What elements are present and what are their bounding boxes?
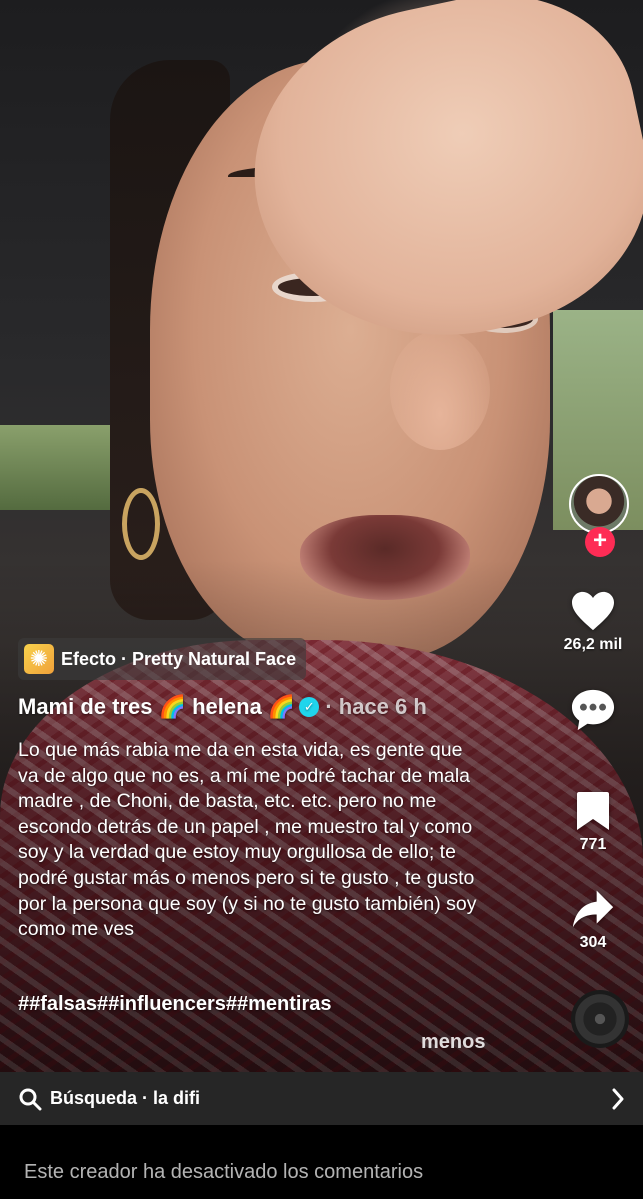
heart-icon <box>572 591 614 631</box>
search-icon <box>19 1088 42 1110</box>
share-arrow-icon <box>572 890 614 928</box>
caption-text: Lo que más rabia me da en esta vida, es … <box>18 739 477 941</box>
effect-chip[interactable]: ✺ Efecto · Pretty Natural Face <box>18 638 307 680</box>
follow-plus-icon[interactable]: + <box>585 527 615 557</box>
effect-name: Pretty Natural Face <box>132 648 297 669</box>
related-search-bar[interactable]: Búsqueda · la difi <box>0 1072 643 1125</box>
comment-button[interactable] <box>543 688 643 736</box>
chevron-right-icon <box>612 1088 624 1109</box>
caption-hashtags[interactable]: ##falsas##influencers##mentiras <box>18 993 332 1016</box>
effect-sparkle-icon: ✺ <box>24 644 54 674</box>
verified-badge-icon: ✓ <box>299 697 320 717</box>
author-line: Mami de tres 🌈 helena 🌈 ✓ · hace 6 h <box>18 694 427 720</box>
comments-disabled-notice: Este creador ha desactivado los comentar… <box>0 1125 643 1199</box>
effect-prefix: Efecto <box>61 648 117 669</box>
creator-avatar[interactable] <box>569 474 629 534</box>
like-button[interactable]: 26,2 mil <box>543 590 643 654</box>
like-count: 26,2 mil <box>563 636 623 653</box>
post-time: · hace 6 h <box>325 694 427 719</box>
share-count: 304 <box>579 934 607 951</box>
effect-separator: · <box>121 648 128 669</box>
video-earring <box>122 488 160 560</box>
music-disc-icon[interactable] <box>571 990 629 1048</box>
comment-bubble-icon <box>571 689 615 731</box>
search-label: Búsqueda · la difi <box>50 1088 201 1108</box>
creator-avatar-wrap[interactable]: + <box>569 474 629 557</box>
bookmark-icon <box>577 792 609 830</box>
save-button[interactable]: 771 <box>543 790 643 854</box>
share-button[interactable]: 304 <box>543 888 643 952</box>
car-window-left <box>0 425 110 510</box>
save-count: 771 <box>579 836 607 853</box>
author-name[interactable]: Mami de tres 🌈 helena 🌈 <box>18 694 295 720</box>
video-nose <box>390 330 490 450</box>
show-less-button[interactable]: menos <box>421 1031 485 1054</box>
